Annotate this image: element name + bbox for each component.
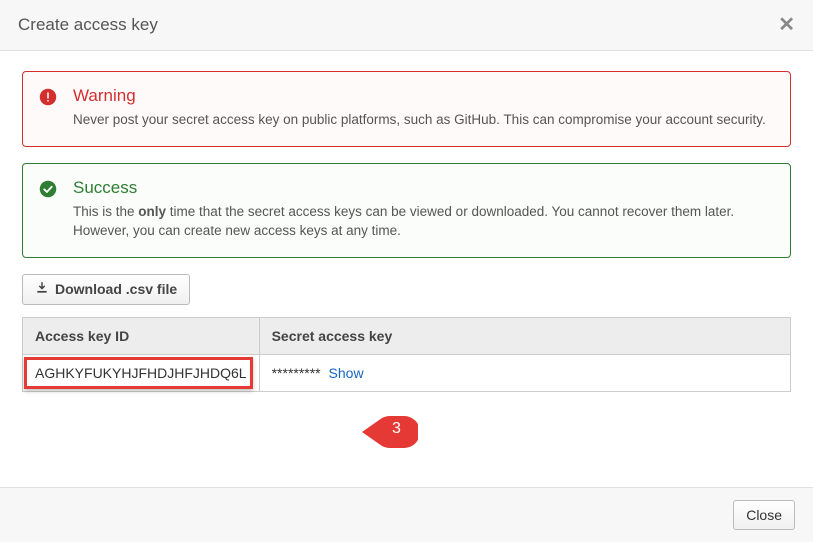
download-icon xyxy=(35,281,49,298)
close-icon[interactable]: ✕ xyxy=(778,15,795,35)
success-title: Success xyxy=(73,178,774,198)
warning-text: Never post your secret access key on pub… xyxy=(73,110,774,130)
check-circle-icon xyxy=(39,180,57,203)
annotation-callout: 3 xyxy=(362,416,418,448)
download-csv-label: Download .csv file xyxy=(55,281,177,297)
success-alert: Success This is the only time that the s… xyxy=(22,163,791,258)
exclamation-circle-icon xyxy=(39,88,57,111)
warning-title: Warning xyxy=(73,86,774,106)
annotation-number: 3 xyxy=(392,420,401,438)
secret-masked-value: ********* xyxy=(272,365,321,381)
success-text: This is the only time that the secret ac… xyxy=(73,202,774,241)
close-button[interactable]: Close xyxy=(733,500,795,530)
show-secret-link[interactable]: Show xyxy=(329,365,364,381)
cell-secret-access-key: ********* Show xyxy=(259,354,790,391)
table-row: AGHKYFUKYHJFHDJHFJHDQ6L ********* Show xyxy=(23,354,791,391)
cell-access-key-id: AGHKYFUKYHJFHDJHFJHDQ6L xyxy=(23,354,260,391)
modal-header: Create access key ✕ xyxy=(0,0,813,51)
warning-alert: Warning Never post your secret access ke… xyxy=(22,71,791,147)
close-button-label: Close xyxy=(746,507,782,523)
access-key-table: Access key ID Secret access key AGHKYFUK… xyxy=(22,317,791,392)
col-access-key-id: Access key ID xyxy=(23,317,260,354)
access-key-id-value: AGHKYFUKYHJFHDJHFJHDQ6L xyxy=(35,365,247,381)
download-csv-button[interactable]: Download .csv file xyxy=(22,274,190,305)
col-secret-access-key: Secret access key xyxy=(259,317,790,354)
modal-body: Warning Never post your secret access ke… xyxy=(0,51,813,412)
modal-title: Create access key xyxy=(18,15,158,35)
modal-footer: Close xyxy=(0,487,813,542)
